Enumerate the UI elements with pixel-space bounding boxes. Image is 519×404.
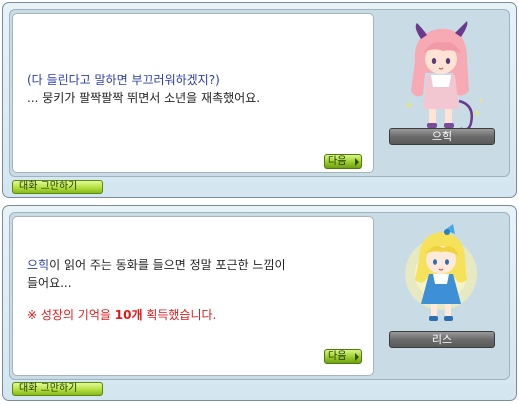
dialog-text-line: ... 뭉키가 팔짝팔짝 뛰면서 소년을 재촉했어요. bbox=[27, 91, 261, 105]
reward-suffix: 획득했습니다. bbox=[142, 308, 217, 322]
reward-notice: ※ 성장의 기억을 10개 획득했습니다. bbox=[27, 307, 216, 323]
npc-dialog-bottom: 으힉이 읽어 주는 동화를 들으면 정말 포근한 느낌이 들어요... ※ 성장… bbox=[2, 205, 517, 401]
npc-dialog-top: (다 들린다고 말하면 부끄러워하겠지?) ... 뭉키가 팔짝팔짝 뛰면서 소… bbox=[2, 2, 517, 198]
next-button[interactable]: 다음 bbox=[324, 349, 362, 364]
dialog-textbox: 으힉이 읽어 주는 동화를 들으면 정말 포근한 느낌이 들어요... ※ 성장… bbox=[12, 216, 374, 376]
arrow-right-icon bbox=[355, 158, 359, 166]
reward-amount: 10개 bbox=[114, 308, 143, 322]
next-button[interactable]: 다음 bbox=[324, 154, 362, 169]
dialog-text-line: 들어요... bbox=[27, 276, 72, 290]
arrow-right-icon bbox=[355, 353, 359, 361]
dialog-text-line: 으힉이 읽어 주는 동화를 들으면 정말 포근한 느낌이 bbox=[27, 257, 286, 273]
next-button-label: 다음 bbox=[328, 351, 347, 362]
speaker-nameplate: 으힉 bbox=[389, 128, 495, 145]
npc-fairy-portrait-icon bbox=[405, 224, 477, 321]
dialog-text-line: (다 들린다고 말하면 부끄러워하겠지?) bbox=[27, 73, 220, 87]
speaker-name-highlight: 으힉 bbox=[27, 258, 50, 272]
reward-prefix: ※ 성장의 기억을 bbox=[27, 308, 115, 322]
speaker-nameplate: 리스 bbox=[389, 331, 495, 348]
dialog-textbox: (다 들린다고 말하면 부끄러워하겠지?) ... 뭉키가 팔짝팔짝 뛰면서 소… bbox=[12, 13, 374, 173]
next-button-label: 다음 bbox=[328, 156, 347, 167]
end-chat-button[interactable]: 대화 그만하기 bbox=[12, 180, 103, 194]
end-chat-button[interactable]: 대화 그만하기 bbox=[12, 382, 103, 396]
dialog-text: 이 읽어 주는 동화를 들으면 정말 포근한 느낌이 bbox=[49, 258, 286, 272]
